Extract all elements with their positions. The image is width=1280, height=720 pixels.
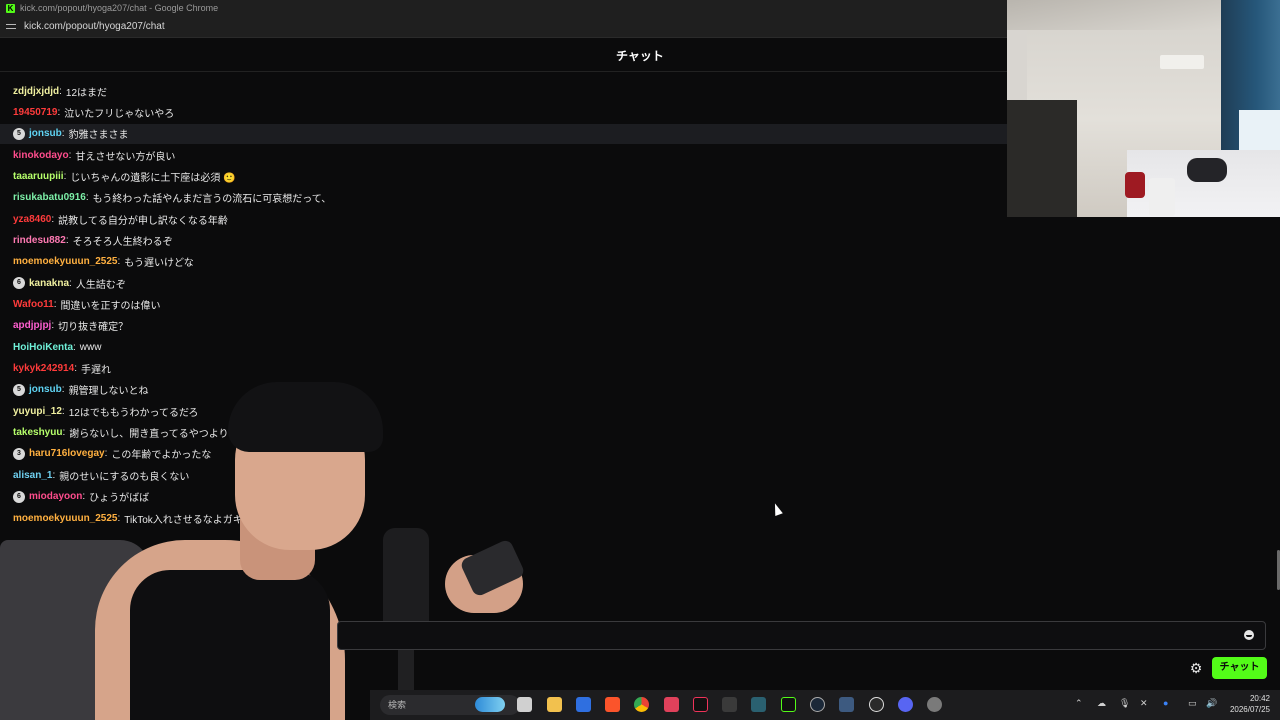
clock-time: 20:42 (1249, 694, 1270, 703)
chat-username[interactable]: rindesu882 (13, 235, 66, 246)
chat-message[interactable]: yza8460: 説教してる自分が申し訳なくなる年齢 (0, 209, 1007, 229)
chat-separator: : (117, 256, 121, 268)
network-icon[interactable]: ☁ (1097, 698, 1106, 709)
app-icon[interactable] (722, 697, 737, 712)
chat-username[interactable]: risukabatu0916 (13, 192, 86, 203)
microphone-icon[interactable]: 🎙 (1119, 698, 1130, 709)
chat-separator: : (59, 85, 62, 97)
chat-username[interactable]: 19450719 (13, 107, 58, 118)
volume-icon[interactable]: 🔊 (1206, 698, 1217, 709)
subscriber-badge-icon[interactable]: 6 (13, 277, 25, 290)
chat-message-text: 人生詰むぞ (75, 279, 126, 291)
chat-message[interactable]: Wafoo11: 間違いを正すのは偉い (0, 295, 1007, 315)
chat-separator: : (73, 341, 76, 353)
chat-message[interactable]: zdjdjxjdjd:12はまだ (0, 81, 1007, 101)
discord-icon[interactable] (898, 697, 913, 712)
send-chat-button[interactable]: チャット (1212, 657, 1267, 679)
task-view-icon[interactable] (517, 697, 532, 712)
chat-message[interactable]: HoiHoiKenta: www (0, 337, 1007, 357)
chat-message[interactable]: 19450719: 泣いたフリじゃないやろ (0, 102, 1007, 122)
chevron-up-icon[interactable]: ⌃ (1075, 698, 1083, 709)
tiktok-icon[interactable] (693, 697, 708, 712)
chat-message-text: www (79, 341, 102, 353)
webcam-room-view (1007, 0, 1280, 217)
app-icon[interactable] (839, 697, 854, 712)
brave-browser-icon[interactable] (605, 697, 620, 712)
chat-username[interactable]: taaaruupiii (13, 171, 64, 182)
chat-separator: : (85, 192, 89, 204)
chat-message-text: もう遅いけどな (124, 258, 194, 270)
address-bar[interactable]: kick.com/popout/hyoga207/chat (0, 16, 1007, 38)
chat-username[interactable]: kanakna (29, 278, 69, 289)
chat-message[interactable]: moemoekyuuun_2525: もう遅いけどな (0, 252, 1007, 272)
chat-message-text: 切り抜き確定？ (58, 322, 129, 334)
chat-separator: : (53, 299, 57, 310)
chrome-icon[interactable] (634, 697, 649, 712)
app-tray-icon[interactable]: ● (1163, 698, 1168, 708)
chat-message[interactable]: apdjpjpj: 切り抜き確定？ (0, 316, 1007, 336)
chat-message[interactable]: risukabatu0916: もう終わった話やんまだ言うの流石に可哀想だって、 (0, 188, 1007, 208)
chat-username[interactable]: apdjpjpj (13, 320, 51, 331)
chat-separator: : (51, 213, 55, 225)
chat-message[interactable]: taaaruupiii: じいちゃんの遺影に土下座は必須 🙂 (0, 166, 1007, 186)
chat-username[interactable]: kinokodayo (13, 150, 69, 161)
chat-input[interactable] (337, 621, 1266, 650)
file-explorer-icon[interactable] (547, 697, 562, 712)
screen: K kick.com/popout/hyoga207/chat - Google… (0, 0, 1280, 720)
chat-username[interactable]: yza8460 (13, 214, 51, 225)
chat-username[interactable]: zdjdjxjdjd (13, 86, 59, 97)
chat-message-text: そろそろ人生終わるぞ (72, 236, 173, 248)
gear-icon[interactable]: ⚙ (1188, 660, 1204, 676)
chat-separator: : (51, 320, 55, 332)
kick-favicon-icon: K (6, 3, 15, 13)
kick-icon[interactable] (781, 697, 796, 712)
weather-icon[interactable] (475, 697, 505, 712)
chat-separator: : (69, 277, 72, 289)
emoji-icon[interactable] (1244, 630, 1254, 640)
taskbar: 検索 ⌃ ☁ 🎙 ✕ ● ▭ 🔊 20:42 2026/07/25 (370, 690, 1280, 720)
chat-separator: : (65, 234, 69, 246)
app-icon[interactable] (576, 697, 591, 712)
chat-separator: : (63, 170, 67, 182)
chat-message-text: もう終わった話やんまだ言うの流石に可哀想だって、 (92, 194, 332, 206)
chat-message[interactable]: rindesu882: そろそろ人生終わるぞ (0, 230, 1007, 250)
chat-message[interactable]: kinokodayo: 甘えさせない方が良い (0, 145, 1007, 165)
chat-message[interactable]: 5 jonsub: 豹雅さまさま (0, 123, 1007, 144)
window-title: kick.com/popout/hyoga207/chat - Google C… (20, 3, 219, 13)
system-clock[interactable]: 20:42 2026/07/25 (1230, 693, 1270, 715)
chat-message-text: 間違いを正すのは偉い (60, 301, 161, 312)
chat-message-text: 12はまだ (65, 87, 108, 99)
app-icon[interactable] (664, 697, 679, 712)
chat-username[interactable]: jonsub (29, 128, 62, 139)
chat-message-text: 説教してる自分が申し訳なくなる年齢 (58, 215, 228, 227)
display-icon[interactable]: ▭ (1188, 698, 1197, 709)
site-info-icon[interactable] (6, 23, 16, 31)
chat-username[interactable]: HoiHoiKenta (13, 342, 73, 353)
chat-message-text: 泣いたフリじゃないやろ (64, 108, 175, 120)
chat-separator: : (61, 128, 65, 140)
chat-separator: : (68, 149, 72, 161)
chat-username[interactable]: Wafoo11 (13, 299, 54, 310)
chat-message-text: 豹雅さまさま (68, 130, 129, 142)
chat-username[interactable]: moemoekyuuun_2525 (13, 256, 118, 267)
settings-app-icon[interactable] (927, 697, 942, 712)
close-icon[interactable]: ✕ (1140, 698, 1148, 709)
streamer-camera-overlay (0, 370, 540, 720)
chat-message-text: 甘えさせない方が良い (75, 151, 176, 163)
chat-message[interactable]: 6 kanakna: 人生詰むぞ (0, 273, 1007, 293)
steam-icon[interactable] (810, 697, 825, 712)
app-icon[interactable] (751, 697, 766, 712)
url-text[interactable]: kick.com/popout/hyoga207/chat (24, 21, 165, 32)
browser-titlebar: K kick.com/popout/hyoga207/chat - Google… (0, 0, 1007, 16)
clock-date: 2026/07/25 (1229, 705, 1270, 714)
subscriber-badge-icon[interactable]: 5 (13, 127, 25, 140)
obs-icon[interactable] (869, 697, 884, 712)
chat-message-text: じいちゃんの遺影に土下座は必須 🙂 (70, 172, 236, 184)
chat-separator: : (57, 106, 61, 118)
